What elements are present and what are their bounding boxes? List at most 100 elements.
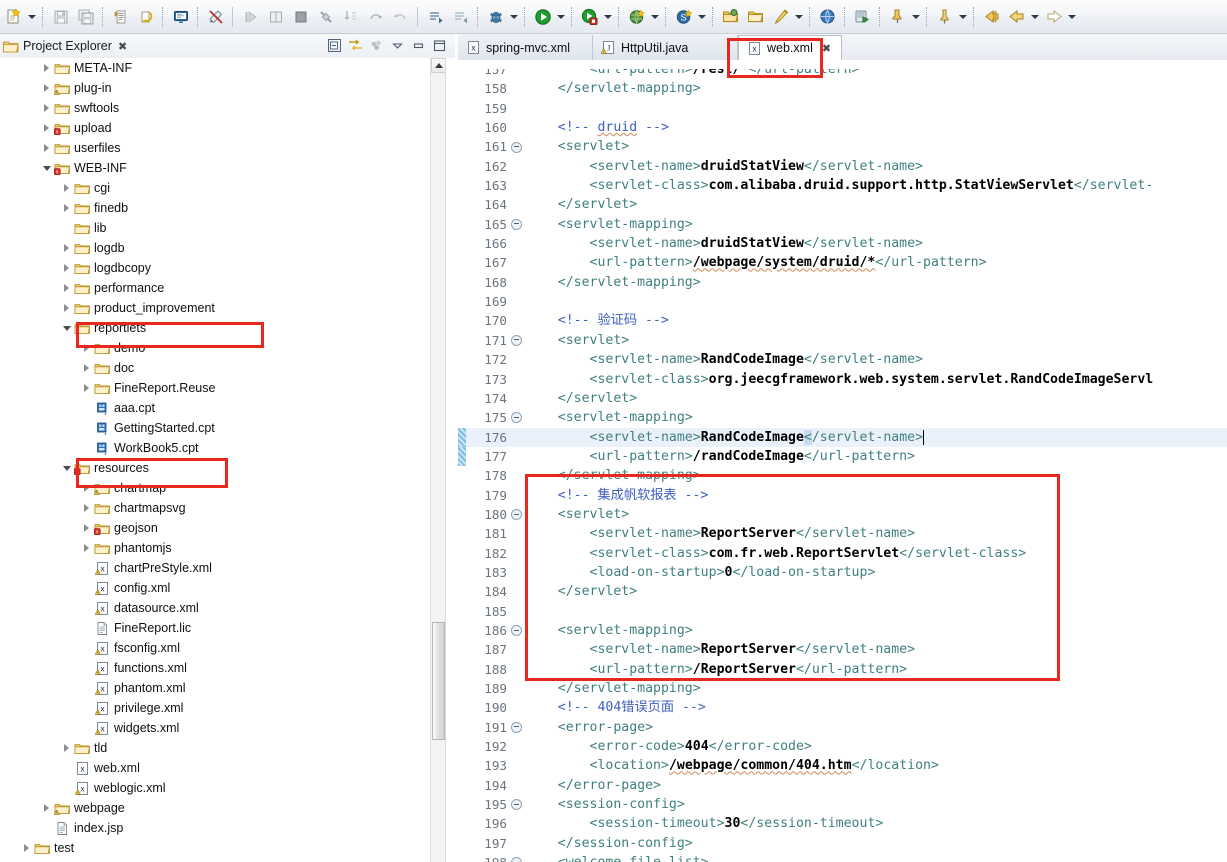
fold-collapse-icon[interactable] bbox=[510, 509, 523, 521]
tree-item-gettingstarted-cpt[interactable]: GettingStarted.cpt bbox=[0, 418, 455, 438]
fold-collapse-icon[interactable] bbox=[510, 857, 523, 862]
external-tools-icon[interactable] bbox=[624, 4, 649, 29]
run-dropdown-arrow[interactable] bbox=[555, 5, 567, 28]
code-line-183[interactable]: 183 <load-on-startup>0</load-on-startup> bbox=[458, 563, 1227, 582]
twisty-collapsed-icon[interactable] bbox=[60, 278, 73, 298]
code-line-173[interactable]: 173 <servlet-class>org.jeecgframework.we… bbox=[458, 370, 1227, 389]
code-line-185[interactable]: 185 bbox=[458, 602, 1227, 621]
tree-item-chartmap[interactable]: chartmap bbox=[0, 478, 455, 498]
code-line-197[interactable]: 197 </session-config> bbox=[458, 834, 1227, 853]
tree-item-cgi[interactable]: cgi bbox=[0, 178, 455, 198]
fold-collapse-icon[interactable] bbox=[510, 625, 523, 637]
tree-item-weblogic-xml[interactable]: x weblogic.xml bbox=[0, 778, 455, 798]
fold-collapse-icon[interactable] bbox=[510, 412, 523, 424]
twisty-collapsed-icon[interactable] bbox=[40, 98, 53, 118]
code-line-180[interactable]: 180 <servlet> bbox=[458, 505, 1227, 524]
tree-item-widgets-xml[interactable]: x widgets.xml bbox=[0, 718, 455, 738]
new-wizard-dropdown-arrow[interactable] bbox=[26, 5, 38, 28]
twisty-collapsed-icon[interactable] bbox=[80, 478, 93, 498]
tree-item-logdbcopy[interactable]: logdbcopy bbox=[0, 258, 455, 278]
link-with-editor-icon[interactable] bbox=[345, 35, 365, 55]
code-line-162[interactable]: 162 <servlet-name>druidStatView</servlet… bbox=[458, 157, 1227, 176]
save-all-icon[interactable] bbox=[73, 4, 98, 29]
tree-item-phantomjs[interactable]: phantomjs bbox=[0, 538, 455, 558]
code-line-167[interactable]: 167 <url-pattern>/webpage/system/druid/*… bbox=[458, 253, 1227, 272]
code-line-195[interactable]: 195 <session-config> bbox=[458, 795, 1227, 814]
code-line-196[interactable]: 196 <session-timeout>30</session-timeout… bbox=[458, 814, 1227, 833]
fold-collapse-icon[interactable] bbox=[510, 721, 523, 733]
twisty-expanded-icon[interactable] bbox=[40, 158, 53, 178]
coverage-dropdown-arrow[interactable] bbox=[602, 5, 614, 28]
tree-item-fsconfig-xml[interactable]: x fsconfig.xml bbox=[0, 638, 455, 658]
tree-item-workbook5-cpt[interactable]: WorkBook5.cpt bbox=[0, 438, 455, 458]
tree-item-product-improvement[interactable]: product_improvement bbox=[0, 298, 455, 318]
view-menu-icon[interactable] bbox=[366, 35, 386, 55]
code-line-166[interactable]: 166 <servlet-name>druidStatView</servlet… bbox=[458, 234, 1227, 253]
code-line-178[interactable]: 178 </servlet-mapping> bbox=[458, 466, 1227, 485]
code-line-169[interactable]: 169 bbox=[458, 292, 1227, 311]
twisty-collapsed-icon[interactable] bbox=[40, 118, 53, 138]
twisty-expanded-icon[interactable] bbox=[60, 318, 73, 338]
tree-item-test[interactable]: test bbox=[0, 838, 455, 858]
code-line-182[interactable]: 182 <servlet-class>com.fr.web.ReportServ… bbox=[458, 544, 1227, 563]
tree-item-logdb[interactable]: logdb bbox=[0, 238, 455, 258]
previous-edit-icon[interactable] bbox=[1004, 4, 1029, 29]
step-return-icon[interactable] bbox=[388, 4, 413, 29]
suspend-icon[interactable] bbox=[263, 4, 288, 29]
tree-item-meta-inf[interactable]: META-INF bbox=[0, 58, 455, 78]
tree-item-chartprestyle-xml[interactable]: x chartPreStyle.xml bbox=[0, 558, 455, 578]
new-annotation-icon[interactable]: S bbox=[671, 4, 696, 29]
twisty-collapsed-icon[interactable] bbox=[80, 498, 93, 518]
tree-item-finereport-reuse[interactable]: FineReport.Reuse bbox=[0, 378, 455, 398]
build-all-icon[interactable] bbox=[108, 4, 133, 29]
editor-tab-spring-mvc-xml[interactable]: x spring-mvc.xml bbox=[458, 35, 593, 60]
tree-item-webpage[interactable]: webpage bbox=[0, 798, 455, 818]
code-line-160[interactable]: 160 <!-- druid --> bbox=[458, 118, 1227, 137]
tree-item-chartmapsvg[interactable]: chartmapsvg bbox=[0, 498, 455, 518]
code-line-179[interactable]: 179 <!-- 集成帆软报表 --> bbox=[458, 486, 1227, 505]
toggle-mark-occurrences-icon[interactable] bbox=[932, 4, 957, 29]
code-line-163[interactable]: 163 <servlet-class>com.alibaba.druid.sup… bbox=[458, 176, 1227, 195]
tree-item-doc[interactable]: doc bbox=[0, 358, 455, 378]
code-editor[interactable]: 157 <url-pattern>/rest/*</url-pattern> 15… bbox=[458, 60, 1227, 862]
toggle-mark-occurrences-dropdown-arrow[interactable] bbox=[957, 5, 969, 28]
console-icon[interactable] bbox=[168, 4, 193, 29]
code-line-174[interactable]: 174 </servlet> bbox=[458, 389, 1227, 408]
twisty-collapsed-icon[interactable] bbox=[60, 198, 73, 218]
code-line-176[interactable]: 176 <servlet-name>RandCodeImage</servlet… bbox=[458, 427, 1227, 447]
fold-collapse-icon[interactable] bbox=[510, 141, 523, 153]
search-dropdown-arrow[interactable] bbox=[793, 5, 805, 28]
code-line-191[interactable]: 191 <error-page> bbox=[458, 718, 1227, 737]
code-line-172[interactable]: 172 <servlet-name>RandCodeImage</servlet… bbox=[458, 350, 1227, 369]
twisty-collapsed-icon[interactable] bbox=[60, 298, 73, 318]
scrollbar-thumb[interactable] bbox=[432, 622, 445, 740]
debug-dropdown-arrow[interactable] bbox=[508, 5, 520, 28]
code-line-189[interactable]: 189 </servlet-mapping> bbox=[458, 679, 1227, 698]
debug-icon[interactable] bbox=[483, 4, 508, 29]
tree-item-phantom-xml[interactable]: x phantom.xml bbox=[0, 678, 455, 698]
tree-item-plug-in[interactable]: plug-in bbox=[0, 78, 455, 98]
code-line-194[interactable]: 194 </error-page> bbox=[458, 776, 1227, 795]
tree-item-userfiles[interactable]: userfiles bbox=[0, 138, 455, 158]
run-icon[interactable] bbox=[530, 4, 555, 29]
code-line-177[interactable]: 177 <url-pattern>/randCodeImage</url-pat… bbox=[458, 446, 1227, 467]
twisty-collapsed-icon[interactable] bbox=[40, 78, 53, 98]
disconnect-icon[interactable] bbox=[313, 4, 338, 29]
publish-server-icon[interactable] bbox=[850, 4, 875, 29]
resume-icon[interactable] bbox=[238, 4, 263, 29]
editor-tab-web-xml[interactable]: x web.xml ✖ bbox=[738, 35, 843, 61]
code-line-198[interactable]: 198 <welcome-file-list> bbox=[458, 853, 1227, 862]
tree-item-resources[interactable]: x resources bbox=[0, 458, 455, 478]
twisty-collapsed-icon[interactable] bbox=[40, 58, 53, 78]
new-wizard-icon[interactable] bbox=[1, 4, 26, 29]
open-resource-icon[interactable] bbox=[743, 4, 768, 29]
code-line-164[interactable]: 164 </servlet> bbox=[458, 195, 1227, 214]
tree-item-functions-xml[interactable]: x functions.xml bbox=[0, 658, 455, 678]
open-type-icon[interactable] bbox=[718, 4, 743, 29]
scroll-up-arrow-icon[interactable] bbox=[431, 58, 446, 73]
tree-item-finereport-lic[interactable]: FineReport.lic bbox=[0, 618, 455, 638]
step-over-icon[interactable] bbox=[363, 4, 388, 29]
forward-dropdown-arrow[interactable] bbox=[1066, 5, 1078, 28]
chevron-down-icon[interactable] bbox=[387, 35, 407, 55]
twisty-collapsed-icon[interactable] bbox=[60, 738, 73, 758]
